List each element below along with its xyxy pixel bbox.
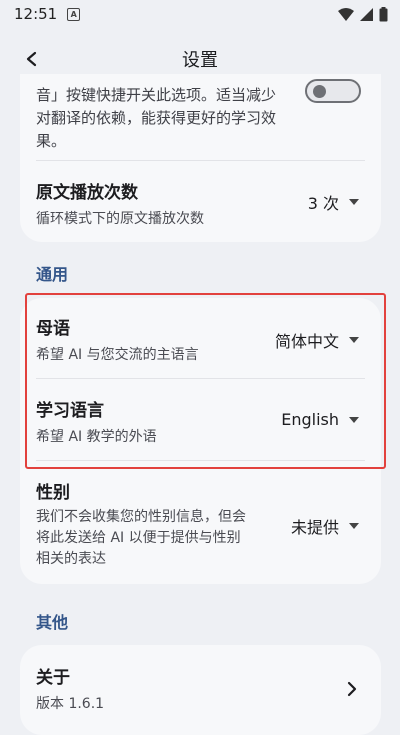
caret-down-icon	[349, 523, 359, 529]
notification-icon: A	[67, 7, 81, 21]
status-bar: 12:51 A	[0, 0, 400, 28]
setting-row-learning-language[interactable]: 学习语言 希望 AI 教学的外语 English	[20, 396, 381, 456]
playback-count-dropdown[interactable]: 3 次	[308, 190, 359, 214]
section-header-other: 其他	[36, 613, 69, 632]
native-language-dropdown[interactable]: 简体中文	[275, 328, 359, 352]
translation-toggle[interactable]	[305, 79, 361, 103]
setting-subtitle: 希望 AI 教学的外语	[36, 429, 157, 445]
setting-subtitle-line: 我们不会收集您的性别信息，但会	[36, 509, 246, 525]
divider	[36, 160, 365, 161]
setting-subtitle-line: 将此发送给 AI 以便于提供与性别	[36, 530, 241, 546]
signal-icon	[360, 7, 373, 21]
page-title: 设置	[182, 50, 218, 71]
caret-down-icon	[349, 337, 359, 343]
partial-description-line: 音」按键快捷开关此选项。适当减少	[36, 86, 277, 104]
setting-title: 关于	[36, 668, 70, 688]
setting-row-native-language[interactable]: 母语 希望 AI 与您交流的主语言 简体中文	[20, 314, 381, 374]
learning-language-dropdown[interactable]: English	[281, 410, 359, 429]
settings-card-general: 母语 希望 AI 与您交流的主语言 简体中文 学习语言 希望 AI 教学的外语 …	[20, 298, 381, 584]
divider	[36, 460, 365, 461]
dropdown-value: 3 次	[307, 194, 339, 213]
setting-subtitle-line: 相关的表达	[36, 551, 106, 567]
partial-description-line: 果。	[36, 132, 67, 150]
settings-card-top: 音」按键快捷开关此选项。适当减少 对翻译的依赖，能获得更好的学习效 果。 原文播…	[20, 74, 381, 242]
wifi-icon	[338, 7, 354, 21]
status-time: 12:51	[14, 5, 58, 23]
arrow-left-icon	[26, 51, 37, 67]
dropdown-value: 简体中文	[274, 332, 339, 351]
caret-down-icon	[349, 416, 359, 423]
partial-description-line: 对翻译的依赖，能获得更好的学习效	[36, 109, 277, 127]
setting-row-gender[interactable]: 性别 我们不会收集您的性别信息，但会 将此发送给 AI 以便于提供与性别 相关的…	[20, 478, 381, 578]
caret-down-icon	[349, 199, 359, 205]
settings-card-other: 关于 版本 1.6.1	[20, 645, 381, 735]
setting-row-about[interactable]: 关于 版本 1.6.1	[20, 663, 381, 723]
divider	[36, 378, 365, 379]
setting-row-playback-count[interactable]: 原文播放次数 循环模式下的原文播放次数 3 次	[20, 178, 381, 238]
toggle-knob	[313, 85, 326, 98]
dropdown-value: English	[281, 410, 339, 429]
chevron-right-icon	[347, 681, 357, 697]
dropdown-value: 未提供	[290, 518, 339, 537]
back-button[interactable]	[18, 45, 46, 73]
setting-title: 性别	[36, 483, 70, 503]
section-header-general: 通用	[36, 265, 69, 284]
gender-dropdown[interactable]: 未提供	[291, 514, 359, 538]
battery-icon	[379, 6, 388, 21]
